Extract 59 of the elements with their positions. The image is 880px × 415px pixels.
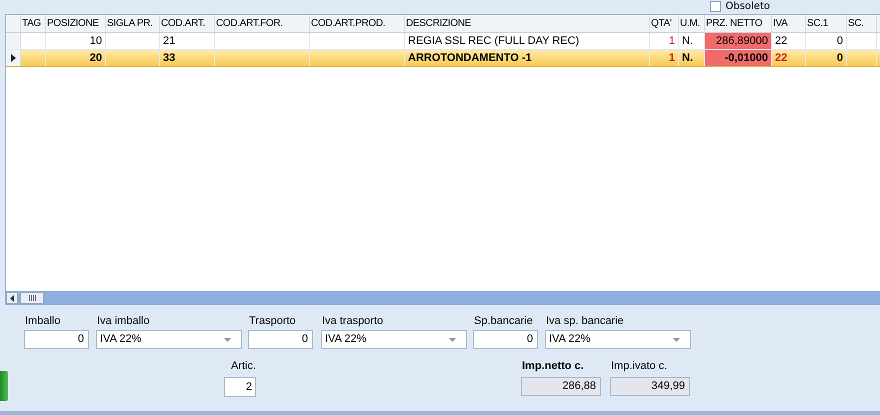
column-header[interactable]: TAG: [21, 15, 46, 32]
field-label: Artic.: [230, 359, 256, 374]
column-header[interactable]: POSIZIONE: [46, 15, 106, 32]
table-cell: 33: [160, 50, 215, 66]
left-arrow-icon: [10, 294, 14, 302]
amount-field[interactable]: 0: [24, 330, 89, 349]
table-cell: 10: [46, 33, 106, 49]
total-label: Imp.ivato c.: [610, 359, 668, 374]
column-header[interactable]: COD.ART.FOR.: [215, 15, 310, 32]
column-header[interactable]: SC.1: [806, 15, 847, 32]
dropdown-caret-icon: [673, 338, 680, 342]
column-header[interactable]: COD.ART.PROD.: [310, 15, 405, 32]
vat-dropdown[interactable]: IVA 22%: [321, 330, 467, 349]
table-cell: 21: [160, 33, 215, 49]
column-header[interactable]: QTA': [650, 15, 679, 32]
table-cell: 286,89000: [705, 33, 772, 49]
table-cell: 22: [772, 50, 806, 66]
field-label: Iva trasporto: [321, 314, 384, 329]
scroll-left-button[interactable]: [6, 292, 18, 304]
table-cell: 1: [650, 33, 679, 49]
column-header[interactable]: SIGLA PR.: [106, 15, 160, 32]
table-cell: -0,01000: [705, 50, 772, 66]
table-cell: 22: [772, 33, 806, 49]
column-header[interactable]: PRZ. NETTO: [705, 15, 772, 32]
scroll-thumb[interactable]: [20, 292, 44, 304]
amount-field[interactable]: 0: [248, 330, 313, 349]
obsolete-checkbox[interactable]: [710, 1, 722, 12]
table-cell: ARROTONDAMENTO -1: [405, 50, 650, 66]
table-cell: 0: [806, 33, 847, 49]
articles-field[interactable]: 2: [224, 377, 256, 397]
total-field: 286,88: [521, 377, 601, 396]
column-header[interactable]: IVA: [772, 15, 806, 32]
side-button-edge[interactable]: [0, 371, 8, 401]
vat-dropdown[interactable]: IVA 22%: [545, 330, 691, 349]
vat-dropdown[interactable]: IVA 22%: [96, 330, 242, 349]
grip-icon: [28, 295, 36, 301]
amount-field[interactable]: 0: [473, 330, 538, 349]
field-label: Trasporto: [248, 314, 297, 329]
table-cell: REGIA SSL REC (FULL DAY REC): [405, 33, 650, 49]
row-indicator[interactable]: [6, 50, 21, 66]
dropdown-caret-icon: [224, 338, 231, 342]
row-pointer-icon: [10, 54, 16, 62]
column-header[interactable]: U.M.: [679, 15, 705, 32]
field-label: Iva imballo: [96, 314, 151, 329]
column-header[interactable]: COD.ART.: [160, 15, 215, 32]
total-label: Imp.netto c.: [521, 359, 585, 374]
field-label: Iva sp. bancarie: [545, 314, 625, 329]
total-field: 349,99: [610, 377, 690, 396]
field-label: Imballo: [24, 314, 62, 329]
field-label: Sp.bancarie: [473, 314, 534, 329]
table-cell: 1: [650, 50, 679, 66]
column-header[interactable]: SC.: [847, 15, 877, 32]
table-row[interactable]: 20 33 ARROTONDAMENTO -1 1 N. -0,01000 22 0: [6, 50, 880, 67]
table-cell: 20: [46, 50, 106, 66]
dropdown-caret-icon: [449, 338, 456, 342]
table-row[interactable]: 10 21 REGIA SSL REC (FULL DAY REC) 1 N. 286,89000 22 0: [6, 33, 880, 50]
obsolete-label: Obsoleto: [725, 0, 770, 13]
column-header[interactable]: DESCRIZIONE: [405, 15, 650, 32]
table-cell: 0: [806, 50, 847, 66]
